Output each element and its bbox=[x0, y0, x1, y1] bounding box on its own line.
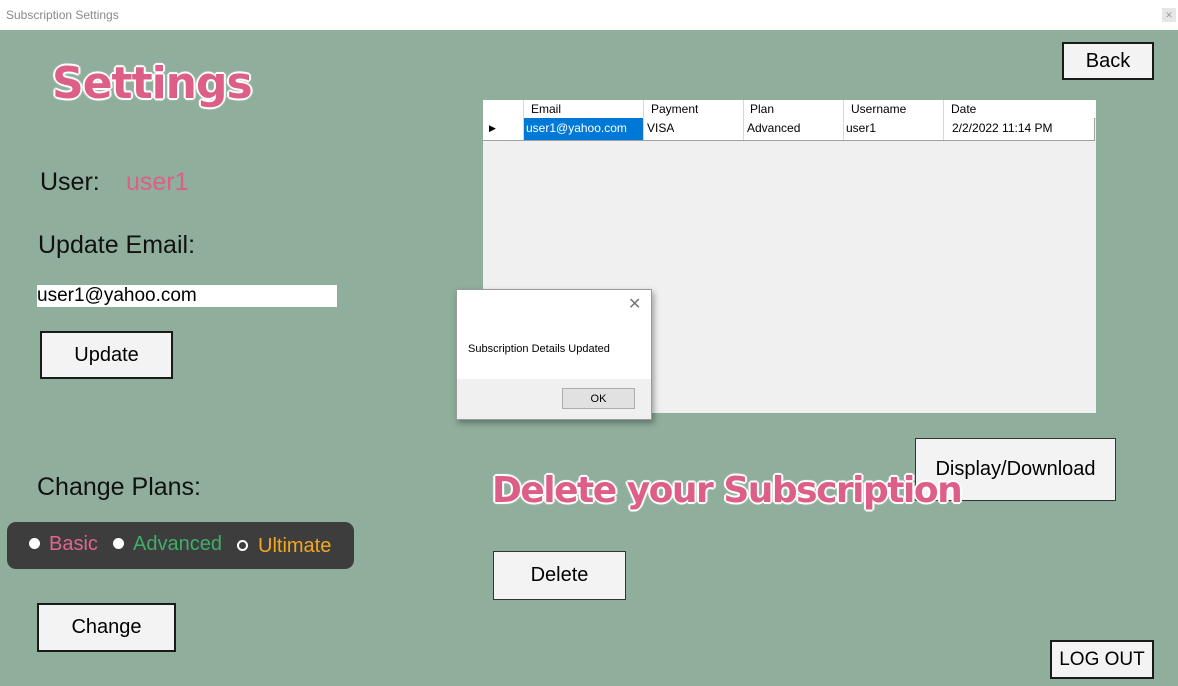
column-header-username[interactable]: Username bbox=[851, 102, 906, 118]
column-header-plan[interactable]: Plan bbox=[750, 102, 774, 118]
update-email-label: Update Email: bbox=[38, 231, 196, 259]
cell-date[interactable]: 2/2/2022 11:14 PM bbox=[952, 121, 1053, 139]
window-title: Subscription Settings bbox=[6, 8, 119, 22]
column-header-email[interactable]: Email bbox=[531, 102, 561, 118]
column-divider bbox=[743, 100, 744, 140]
cell-username[interactable]: user1 bbox=[846, 121, 876, 139]
page-title: Settings bbox=[52, 58, 253, 109]
close-icon[interactable]: ✕ bbox=[628, 294, 641, 314]
close-window-icon[interactable]: ✕ bbox=[1162, 8, 1176, 22]
column-header-payment[interactable]: Payment bbox=[651, 102, 698, 118]
radio-advanced-label[interactable]: Advanced bbox=[133, 533, 222, 556]
radio-ultimate[interactable] bbox=[237, 540, 248, 551]
logout-button[interactable]: LOG OUT bbox=[1050, 640, 1154, 679]
column-divider bbox=[643, 100, 644, 140]
user-label: User: bbox=[40, 168, 100, 196]
username-value: user1 bbox=[126, 168, 189, 196]
update-button[interactable]: Update bbox=[40, 331, 173, 379]
column-header-date[interactable]: Date bbox=[951, 102, 976, 118]
cell-plan[interactable]: Advanced bbox=[747, 121, 800, 139]
email-field[interactable] bbox=[37, 285, 337, 307]
radio-basic-label[interactable]: Basic bbox=[49, 533, 98, 556]
table-row[interactable]: ▶ user1@yahoo.com VISA Advanced user1 2/… bbox=[483, 118, 1095, 141]
cell-payment[interactable]: VISA bbox=[647, 121, 674, 139]
ok-button[interactable]: OK bbox=[562, 388, 635, 409]
dialog-message: Subscription Details Updated bbox=[468, 343, 610, 355]
change-plans-label: Change Plans: bbox=[37, 473, 202, 501]
radio-ultimate-label[interactable]: Ultimate bbox=[258, 535, 331, 558]
message-dialog: ✕ Subscription Details Updated OK bbox=[456, 289, 652, 420]
grid-header: Email Payment Plan Username Date bbox=[483, 100, 1096, 119]
delete-subscription-title: Delete your Subscription bbox=[492, 470, 963, 511]
cell-email[interactable]: user1@yahoo.com bbox=[526, 121, 627, 139]
column-divider bbox=[843, 100, 844, 140]
column-divider bbox=[523, 100, 524, 140]
radio-advanced[interactable] bbox=[113, 538, 124, 549]
delete-button[interactable]: Delete bbox=[493, 551, 626, 600]
change-button[interactable]: Change bbox=[37, 603, 176, 652]
column-divider bbox=[943, 100, 944, 140]
back-button[interactable]: Back bbox=[1062, 42, 1154, 80]
row-selector-arrow-icon: ▶ bbox=[489, 123, 496, 133]
radio-basic[interactable] bbox=[29, 538, 40, 549]
window-titlebar: Subscription Settings ✕ bbox=[0, 0, 1178, 30]
